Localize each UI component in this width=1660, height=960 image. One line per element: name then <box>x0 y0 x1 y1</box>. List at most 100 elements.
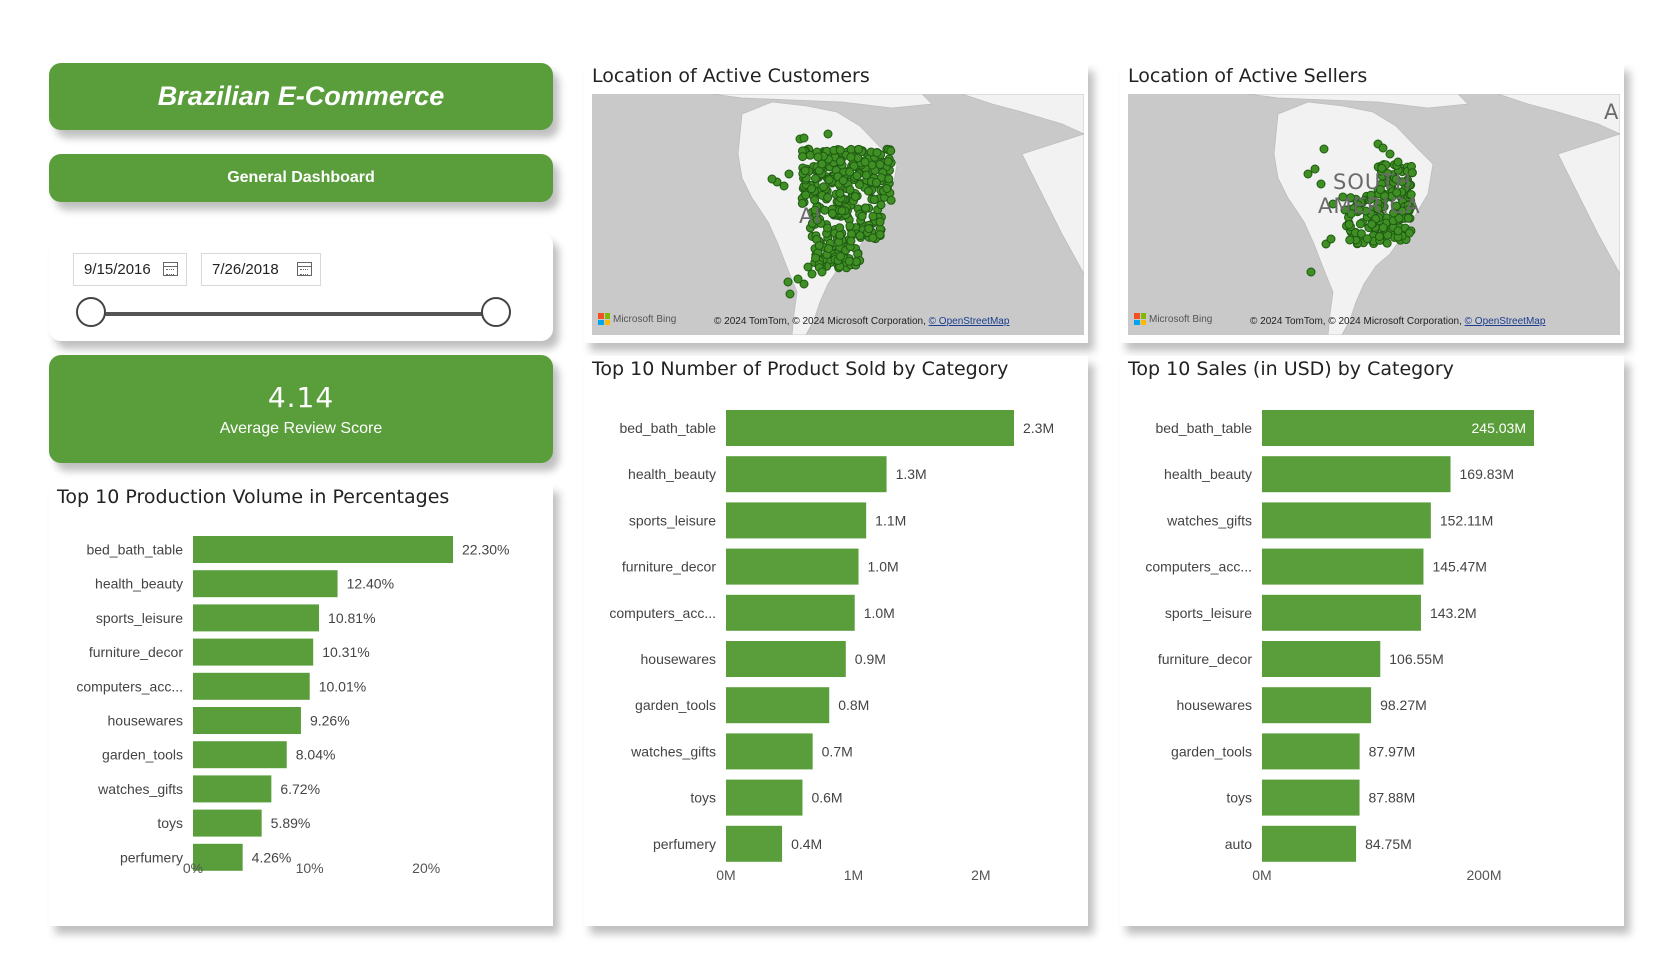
location-marker[interactable] <box>835 230 845 240</box>
location-marker[interactable] <box>876 200 886 210</box>
location-marker[interactable] <box>1367 219 1377 229</box>
date-range-track[interactable] <box>91 312 496 316</box>
location-marker[interactable] <box>785 289 795 299</box>
location-marker[interactable] <box>817 267 827 277</box>
location-marker[interactable] <box>837 206 847 216</box>
location-marker[interactable] <box>820 205 830 215</box>
location-marker[interactable] <box>846 152 856 162</box>
bar[interactable] <box>1262 687 1372 724</box>
location-marker[interactable] <box>872 148 882 158</box>
location-marker[interactable] <box>1310 164 1320 174</box>
bar[interactable] <box>726 502 867 539</box>
openstreetmap-link[interactable]: © OpenStreetMap <box>929 316 1010 327</box>
location-marker[interactable] <box>845 221 855 231</box>
bar[interactable] <box>726 410 1014 446</box>
location-marker[interactable] <box>882 184 892 194</box>
location-marker[interactable] <box>852 171 862 181</box>
bar[interactable] <box>726 456 887 493</box>
bar[interactable] <box>726 641 846 677</box>
location-marker[interactable] <box>1345 235 1355 245</box>
location-marker[interactable] <box>835 145 845 155</box>
location-marker[interactable] <box>844 256 854 266</box>
location-marker[interactable] <box>1393 226 1403 236</box>
start-date-input[interactable]: 9/15/2016 <box>73 253 187 286</box>
location-marker[interactable] <box>784 169 794 179</box>
location-marker[interactable] <box>824 244 834 254</box>
location-marker[interactable] <box>871 178 881 188</box>
location-marker[interactable] <box>845 185 855 195</box>
calendar-icon[interactable] <box>297 262 312 276</box>
start-date-handle[interactable] <box>76 297 106 327</box>
location-marker[interactable] <box>1306 267 1316 277</box>
bar[interactable] <box>1262 456 1451 493</box>
calendar-icon[interactable] <box>163 262 178 276</box>
bar[interactable] <box>1262 594 1421 631</box>
location-marker[interactable] <box>767 174 777 184</box>
location-marker[interactable] <box>845 167 855 177</box>
location-marker[interactable] <box>886 195 896 205</box>
location-marker[interactable] <box>854 144 864 154</box>
location-marker[interactable] <box>1326 234 1336 244</box>
bar[interactable] <box>193 604 320 632</box>
bar[interactable] <box>1262 779 1360 816</box>
location-marker[interactable] <box>1382 238 1392 248</box>
bar[interactable] <box>726 548 859 585</box>
bar[interactable] <box>726 733 813 770</box>
location-marker[interactable] <box>811 253 821 263</box>
openstreetmap-link[interactable]: © OpenStreetMap <box>1465 316 1546 327</box>
location-marker[interactable] <box>823 192 833 202</box>
location-marker[interactable] <box>835 156 845 166</box>
bar[interactable] <box>726 687 830 724</box>
location-marker[interactable] <box>1303 169 1313 179</box>
location-marker[interactable] <box>783 277 793 287</box>
location-marker[interactable] <box>864 224 874 234</box>
location-marker[interactable] <box>1374 231 1384 241</box>
location-marker[interactable] <box>868 211 878 221</box>
bar[interactable] <box>726 779 803 816</box>
location-marker[interactable] <box>846 144 856 154</box>
location-marker[interactable] <box>861 203 871 213</box>
location-marker[interactable] <box>883 157 893 167</box>
bar[interactable] <box>193 741 287 769</box>
location-marker[interactable] <box>1378 143 1388 153</box>
location-marker[interactable] <box>1319 144 1329 154</box>
location-marker[interactable] <box>824 175 834 185</box>
location-marker[interactable] <box>823 129 833 139</box>
location-marker[interactable] <box>799 133 809 143</box>
bar[interactable] <box>193 570 338 598</box>
location-marker[interactable] <box>800 166 810 176</box>
end-date-input[interactable]: 7/26/2018 <box>201 253 321 286</box>
location-marker[interactable] <box>835 223 845 233</box>
location-marker[interactable] <box>801 190 811 200</box>
bar[interactable] <box>193 672 310 700</box>
location-marker[interactable] <box>875 160 885 170</box>
bar[interactable] <box>726 594 855 631</box>
bar[interactable] <box>726 825 783 862</box>
bar[interactable] <box>193 536 453 563</box>
end-date-handle[interactable] <box>481 297 511 327</box>
location-marker[interactable] <box>838 176 848 186</box>
location-marker[interactable] <box>835 188 845 198</box>
location-marker[interactable] <box>846 236 856 246</box>
location-marker[interactable] <box>863 186 873 196</box>
location-marker[interactable] <box>1393 157 1403 167</box>
location-marker[interactable] <box>855 231 865 241</box>
bar[interactable] <box>1262 548 1424 585</box>
bar[interactable] <box>1262 825 1357 862</box>
location-marker[interactable] <box>886 146 896 156</box>
bar[interactable] <box>193 775 272 803</box>
location-marker[interactable] <box>857 211 867 221</box>
location-marker[interactable] <box>875 230 885 240</box>
dashboard-subtitle-button[interactable]: General Dashboard <box>49 154 553 202</box>
location-marker[interactable] <box>1355 219 1365 229</box>
location-marker[interactable] <box>1362 234 1372 244</box>
location-marker[interactable] <box>803 262 813 272</box>
location-marker[interactable] <box>850 192 860 202</box>
location-marker[interactable] <box>813 152 823 162</box>
location-marker[interactable] <box>835 251 845 261</box>
bar[interactable] <box>193 638 314 666</box>
location-marker[interactable] <box>1344 219 1354 229</box>
location-marker[interactable] <box>779 181 789 191</box>
location-marker[interactable] <box>1316 179 1326 189</box>
location-marker[interactable] <box>1385 149 1395 159</box>
